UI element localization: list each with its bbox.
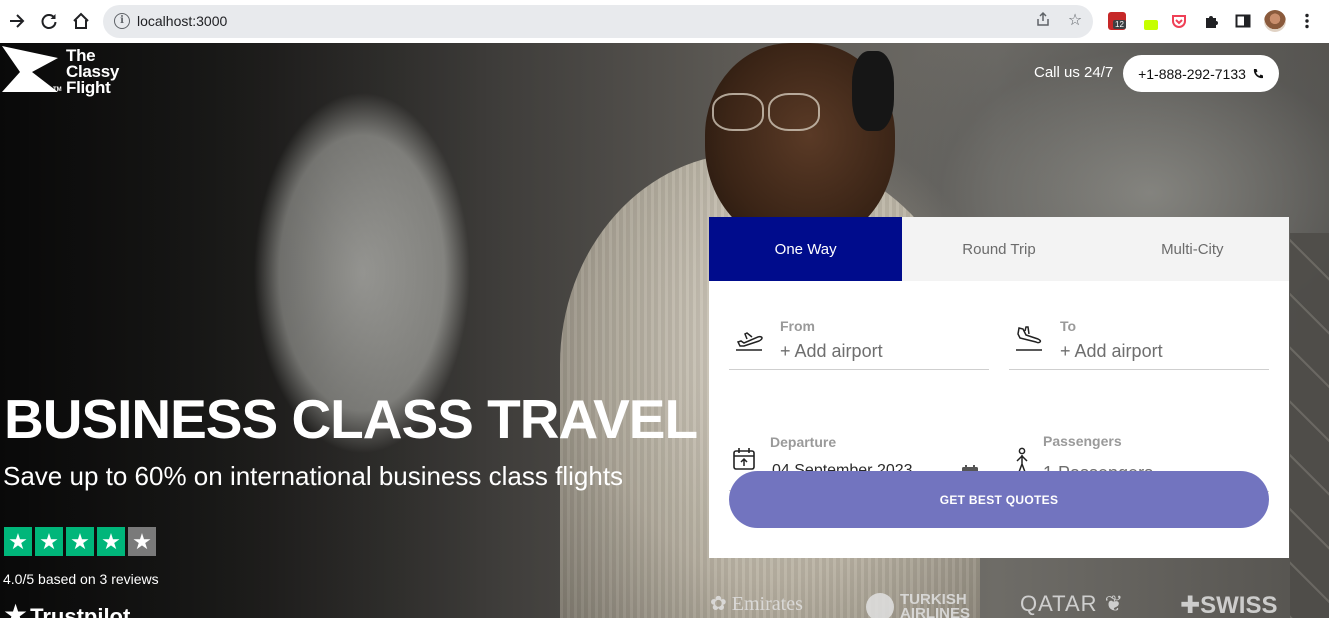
from-input[interactable]: + Add airport xyxy=(780,341,883,362)
person-icon xyxy=(1016,447,1028,473)
pen-extension-icon[interactable] xyxy=(1140,10,1162,32)
phone-number: +1-888-292-7133 xyxy=(1138,65,1246,82)
hero-section: The Classy Flight TM Call us 24/7 +1-888… xyxy=(0,43,1329,618)
phone-button[interactable]: +1-888-292-7133 xyxy=(1123,55,1279,92)
calendar-upload-icon xyxy=(733,448,755,470)
trademark-mark: TM xyxy=(53,87,62,93)
turkish-airlines-name: TURKISH AIRLINES xyxy=(900,591,971,618)
extensions-puzzle-icon[interactable] xyxy=(1200,10,1222,32)
emirates-logo: ✿ Emirates xyxy=(710,591,803,616)
browser-toolbar: i localhost:3000 ☆ 12 xyxy=(0,0,1329,43)
from-label: From xyxy=(780,318,815,334)
turkish-airlines-logo: TURKISH AIRLINES xyxy=(866,591,980,618)
home-icon[interactable] xyxy=(69,9,93,33)
tab-one-way[interactable]: One Way xyxy=(709,217,903,281)
hero-photo-headphone xyxy=(852,51,894,131)
phone-icon xyxy=(1253,68,1263,78)
plane-landing-icon xyxy=(1016,326,1042,351)
swiss-cross-icon: ✚ xyxy=(1180,592,1201,618)
brand-name: The Classy Flight xyxy=(66,47,119,97)
qatar-oryx-icon: ❦ xyxy=(1104,591,1125,616)
departure-label: Departure xyxy=(770,434,837,450)
rating-text: 4.0/5 based on 3 reviews xyxy=(3,571,159,587)
pocket-icon[interactable] xyxy=(1168,10,1190,32)
trustpilot-stars: ★ ★ ★ ★ ★ xyxy=(4,527,156,556)
hero-photo-seat xyxy=(1290,233,1329,618)
to-airport-field[interactable]: To + Add airport xyxy=(1009,312,1269,370)
more-menu-icon[interactable] xyxy=(1296,10,1318,32)
plane-takeoff-icon xyxy=(736,332,763,351)
reload-icon[interactable] xyxy=(37,9,61,33)
rating-star-icon: ★ xyxy=(4,527,32,556)
trustpilot-star-icon: ★ xyxy=(3,599,29,618)
hero-headline: BUSINESS CLASS TRAVEL xyxy=(4,388,698,450)
brand-line-3: Flight xyxy=(66,78,111,97)
to-label: To xyxy=(1060,318,1077,334)
emirates-name: Emirates xyxy=(731,593,803,615)
forward-arrow-icon[interactable] xyxy=(5,9,29,33)
qatar-logo: QATAR ❦ xyxy=(1020,591,1124,617)
profile-avatar[interactable] xyxy=(1264,10,1286,32)
to-input[interactable]: + Add airport xyxy=(1060,341,1163,362)
hero-subheadline: Save up to 60% on international business… xyxy=(3,461,624,491)
get-best-quotes-button[interactable]: GET BEST QUOTES xyxy=(729,471,1269,528)
passengers-label: Passengers xyxy=(1043,433,1122,449)
extension-badge: 12 xyxy=(1113,20,1126,29)
emirates-emblem-icon: ✿ xyxy=(710,593,727,615)
booking-form: One Way Round Trip Multi-City From + Add… xyxy=(709,217,1289,558)
side-panel-icon[interactable] xyxy=(1232,10,1254,32)
bookmark-star-icon[interactable]: ☆ xyxy=(1065,11,1085,31)
url-text: localhost:3000 xyxy=(137,13,228,29)
trustpilot-name: Trustpilot xyxy=(30,604,131,618)
call-us-label: Call us 24/7 xyxy=(1034,64,1114,81)
tab-round-trip[interactable]: Round Trip xyxy=(902,217,1095,281)
turkish-airlines-emblem-icon xyxy=(866,593,894,618)
address-bar[interactable]: i localhost:3000 ☆ xyxy=(103,5,1093,38)
calendar-extension-icon[interactable]: 12 xyxy=(1106,10,1128,32)
trustpilot-logo[interactable]: ★Trustpilot xyxy=(3,598,130,618)
qatar-name: QATAR xyxy=(1020,591,1098,616)
tab-multi-city[interactable]: Multi-City xyxy=(1096,217,1289,281)
rating-star-icon: ★ xyxy=(35,527,63,556)
share-icon[interactable] xyxy=(1033,11,1053,31)
hero-photo-glasses-right xyxy=(768,93,820,131)
site-info-icon[interactable]: i xyxy=(114,13,130,29)
rating-star-icon: ★ xyxy=(97,527,125,556)
swiss-logo: ✚SWISS xyxy=(1180,591,1277,618)
rating-star-icon: ★ xyxy=(66,527,94,556)
trip-type-tabs: One Way Round Trip Multi-City xyxy=(709,217,1289,281)
from-airport-field[interactable]: From + Add airport xyxy=(729,312,989,370)
swiss-name: SWISS xyxy=(1200,592,1278,618)
rating-star-empty-icon: ★ xyxy=(128,527,156,556)
brand-logo[interactable]: The Classy Flight TM xyxy=(2,46,127,98)
